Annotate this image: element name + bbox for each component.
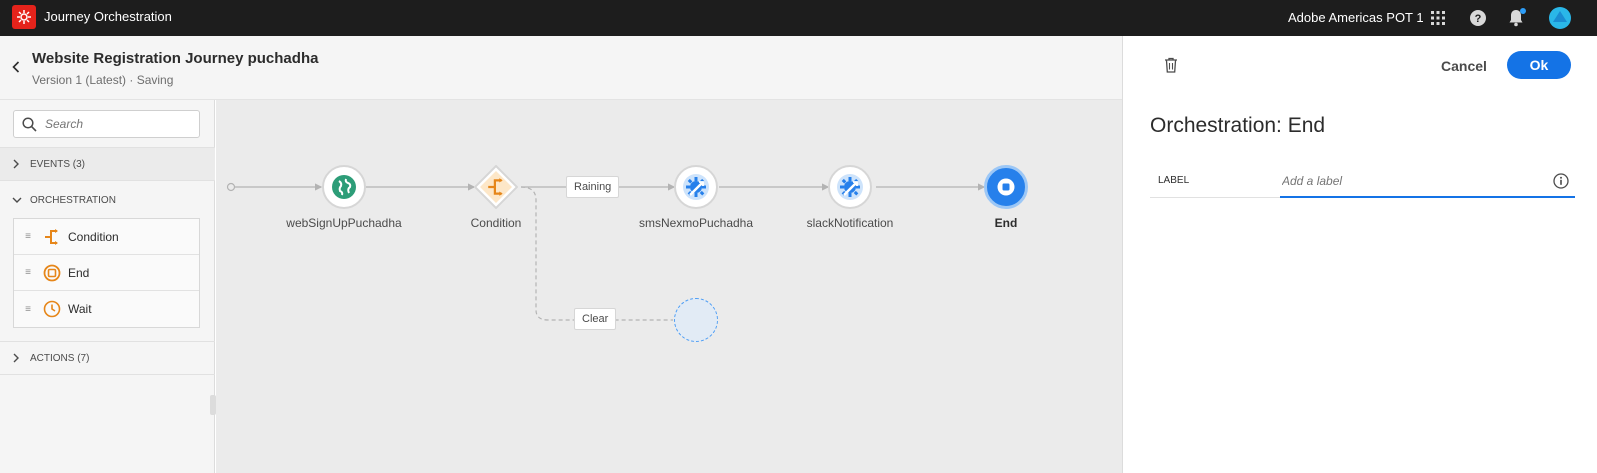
condition-icon bbox=[488, 178, 503, 196]
ok-button[interactable]: Ok bbox=[1507, 51, 1571, 79]
node-action-slacknotification[interactable] bbox=[828, 165, 872, 209]
orchestration-list: ≡ Condition ≡ End ≡ Wait bbox=[13, 218, 200, 328]
palette-search bbox=[13, 110, 200, 138]
node-action-smsnexmo[interactable] bbox=[674, 165, 718, 209]
chevron-right-icon bbox=[12, 353, 22, 363]
activity-palette: EVENTS (3) ORCHESTRATION ≡ Condition ≡ bbox=[0, 100, 216, 473]
drag-handle-icon: ≡ bbox=[25, 267, 31, 278]
condition-icon bbox=[42, 227, 62, 247]
action-gear-icon bbox=[837, 174, 863, 200]
palette-item-wait[interactable]: ≡ Wait bbox=[14, 291, 199, 327]
svg-text:?: ? bbox=[1475, 13, 1482, 25]
start-point bbox=[226, 182, 236, 192]
notification-badge bbox=[1520, 8, 1526, 14]
actions-section-toggle[interactable]: ACTIONS (7) bbox=[0, 341, 215, 375]
drag-handle-icon: ≡ bbox=[25, 231, 31, 242]
search-input[interactable] bbox=[45, 117, 185, 131]
back-button[interactable] bbox=[8, 58, 24, 76]
edge-label-clear[interactable]: Clear bbox=[574, 308, 617, 330]
events-section-label: EVENTS (3) bbox=[30, 158, 86, 170]
adobe-logo-icon[interactable] bbox=[12, 5, 36, 29]
node-label: webSignUpPuchadha bbox=[286, 216, 402, 230]
label-field-caption: LABEL bbox=[1158, 175, 1190, 186]
label-input[interactable] bbox=[1280, 166, 1575, 198]
orchestration-section-toggle[interactable]: ORCHESTRATION bbox=[0, 183, 215, 217]
end-icon bbox=[42, 263, 62, 283]
help-icon[interactable]: ? bbox=[1467, 7, 1489, 29]
search-icon bbox=[22, 116, 37, 132]
journey-canvas[interactable]: webSignUpPuchadha Condition Raining smsN… bbox=[216, 100, 1122, 473]
empty-drop-target[interactable] bbox=[674, 298, 718, 342]
node-event-websignup[interactable] bbox=[322, 165, 366, 209]
notifications-icon[interactable] bbox=[1505, 7, 1527, 29]
actions-section-label: ACTIONS (7) bbox=[30, 352, 90, 364]
action-gear-icon bbox=[683, 174, 709, 200]
globe-icon bbox=[332, 175, 356, 199]
node-label: smsNexmoPuchadha bbox=[638, 216, 754, 230]
app-switcher-icon[interactable] bbox=[1427, 7, 1449, 29]
journey-title: Website Registration Journey puchadha bbox=[32, 50, 319, 67]
node-label: slackNotification bbox=[806, 216, 894, 230]
cancel-button[interactable]: Cancel bbox=[1433, 53, 1495, 79]
chevron-right-icon bbox=[12, 159, 22, 169]
node-label: Condition bbox=[470, 216, 522, 230]
wait-icon bbox=[42, 299, 62, 319]
palette-item-end[interactable]: ≡ End bbox=[14, 255, 199, 291]
drag-handle-icon: ≡ bbox=[25, 303, 31, 315]
node-end-selected[interactable] bbox=[984, 165, 1028, 209]
canvas-connections bbox=[226, 182, 986, 321]
chevron-down-icon bbox=[12, 196, 22, 204]
journey-version-status: Version 1 (Latest) · Saving bbox=[32, 73, 174, 87]
delete-button[interactable] bbox=[1161, 55, 1181, 75]
palette-item-condition[interactable]: ≡ Condition bbox=[14, 219, 199, 255]
panel-title: Orchestration: End bbox=[1150, 114, 1326, 137]
activity-config-panel: Cancel Ok Orchestration: End LABEL bbox=[1122, 36, 1597, 473]
orchestration-section-label: ORCHESTRATION bbox=[30, 194, 116, 206]
node-label: End bbox=[994, 216, 1018, 230]
user-avatar-icon[interactable] bbox=[1547, 5, 1573, 31]
top-bar: Journey Orchestration Adobe Americas POT… bbox=[0, 0, 1597, 36]
label-field-row: LABEL bbox=[1150, 164, 1575, 198]
palette-item-label: End bbox=[68, 265, 90, 280]
branch-connection-dashed bbox=[520, 186, 673, 321]
node-condition[interactable] bbox=[473, 164, 519, 210]
org-switcher[interactable]: Adobe Americas POT 1 bbox=[1288, 10, 1424, 25]
palette-item-label: Wait bbox=[68, 302, 92, 316]
events-section-toggle[interactable]: EVENTS (3) bbox=[0, 147, 215, 181]
journey-header: Website Registration Journey puchadha Ve… bbox=[0, 36, 1122, 100]
palette-item-label: Condition bbox=[68, 229, 119, 244]
edge-label-raining[interactable]: Raining bbox=[566, 176, 620, 198]
trash-icon bbox=[1165, 57, 1177, 73]
app-title[interactable]: Journey Orchestration bbox=[44, 9, 172, 24]
info-icon[interactable] bbox=[1552, 172, 1570, 190]
chevron-left-icon bbox=[12, 61, 20, 73]
end-icon bbox=[997, 178, 1015, 196]
